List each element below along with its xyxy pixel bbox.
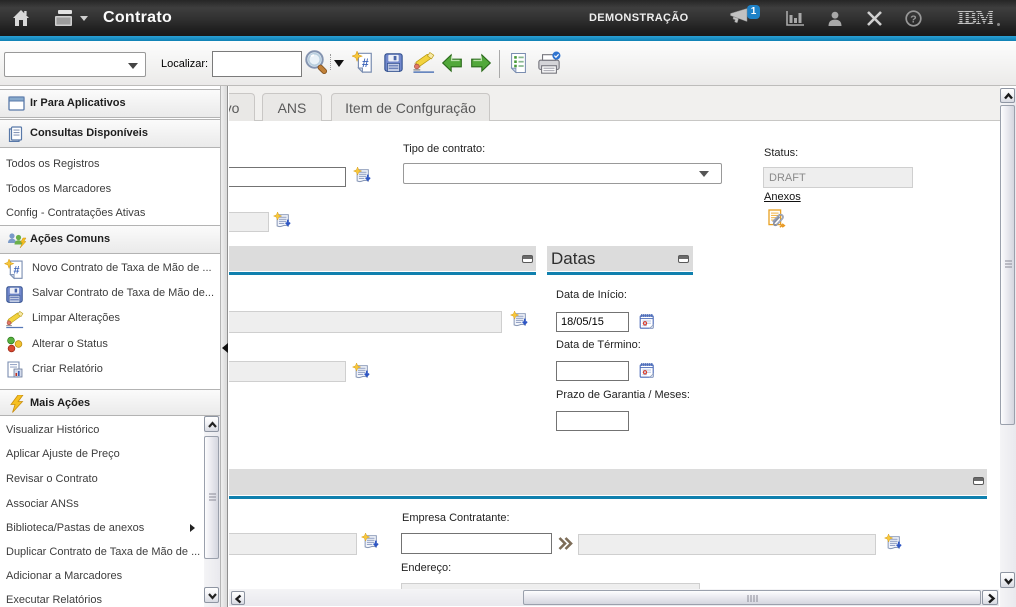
svg-text:?: ?: [910, 13, 916, 25]
